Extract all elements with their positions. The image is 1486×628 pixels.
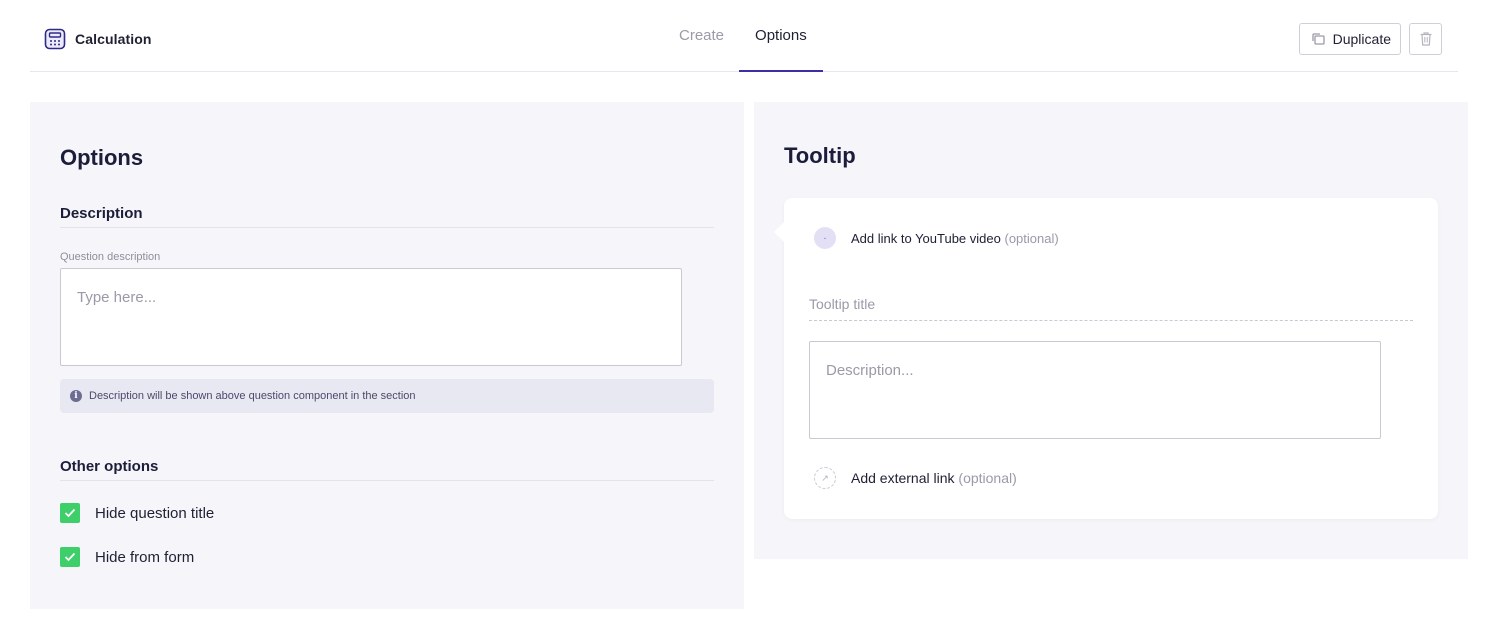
check-icon	[64, 508, 76, 518]
question-description-input[interactable]: Type here...	[60, 268, 682, 366]
description-section-title: Description	[60, 205, 143, 222]
tooltip-card: - Add link to YouTube video (optional) T…	[774, 198, 1438, 519]
external-link-label: Add external link (optional)	[851, 470, 1017, 486]
info-icon: i	[70, 390, 82, 402]
card-pointer	[774, 222, 784, 242]
add-external-link-button[interactable]: ↗ Add external link (optional)	[814, 467, 1017, 489]
check-icon	[64, 552, 76, 562]
tooltip-description-placeholder: Description...	[826, 362, 914, 379]
divider	[60, 227, 714, 228]
youtube-add-icon: -	[814, 227, 836, 249]
copy-icon	[1311, 33, 1325, 45]
header-actions: Duplicate	[1298, 23, 1442, 55]
tooltip-heading: Tooltip	[784, 143, 856, 168]
tooltip-title-input[interactable]: Tooltip title	[809, 296, 1413, 321]
youtube-link-label: Add link to YouTube video (optional)	[851, 230, 1059, 246]
tab-bar: Create Options	[664, 0, 823, 72]
description-info-banner: i Description will be shown above questi…	[60, 379, 714, 413]
tab-create[interactable]: Create	[664, 0, 739, 71]
description-placeholder: Type here...	[77, 289, 157, 306]
app-title: Calculation	[75, 31, 152, 47]
checkbox-checked[interactable]	[60, 503, 80, 523]
question-description-label: Question description	[60, 251, 161, 263]
info-text: Description will be shown above question…	[89, 390, 416, 402]
trash-icon	[1420, 32, 1431, 46]
tooltip-description-input[interactable]: Description...	[809, 341, 1381, 439]
top-header: Calculation Create Options Duplicate	[30, 0, 1458, 72]
options-panel: Options Description Question description…	[30, 102, 744, 609]
divider	[60, 480, 714, 481]
options-heading: Options	[60, 145, 144, 170]
tooltip-title-placeholder: Tooltip title	[809, 296, 876, 312]
external-link-icon: ↗	[814, 467, 836, 489]
hide-from-form-checkbox[interactable]: Hide from form	[60, 547, 194, 567]
checkbox-checked[interactable]	[60, 547, 80, 567]
other-options-title: Other options	[60, 458, 159, 475]
checkbox-label: Hide question title	[95, 504, 215, 522]
tab-options[interactable]: Options	[739, 0, 823, 72]
duplicate-button[interactable]: Duplicate	[1298, 23, 1401, 55]
delete-button[interactable]	[1409, 23, 1442, 55]
duplicate-label: Duplicate	[1332, 31, 1391, 47]
tooltip-panel: Tooltip - Add link to YouTube video (opt…	[754, 102, 1468, 559]
hide-question-title-checkbox[interactable]: Hide question title	[60, 503, 214, 523]
checkbox-label: Hide from form	[95, 548, 195, 566]
app-brand: Calculation	[44, 28, 152, 50]
add-youtube-link-button[interactable]: - Add link to YouTube video (optional)	[814, 227, 1059, 249]
calculator-icon	[44, 28, 66, 50]
